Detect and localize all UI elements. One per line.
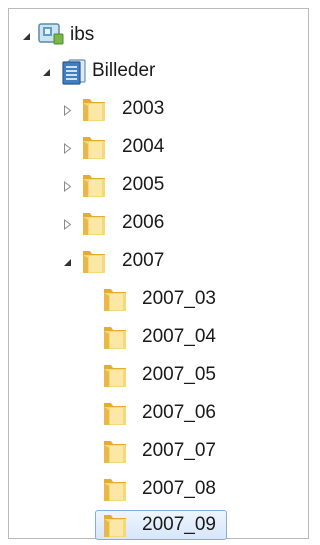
tree-item-2003[interactable]: 2003 (9, 93, 308, 126)
tree-item-billeder[interactable]: Billeder (9, 55, 308, 88)
tree-item-label: ibs (70, 24, 95, 45)
expanded-arrow-icon[interactable] (21, 31, 31, 41)
tree-item-label: 2003 (122, 98, 165, 119)
collapsed-arrow-icon[interactable] (62, 104, 72, 116)
folder-icon (80, 248, 108, 281)
tree-item-label: Billeder (92, 60, 156, 81)
tree-item-label: 2007_03 (142, 288, 216, 309)
folder-icon (80, 96, 108, 129)
collapsed-arrow-icon[interactable] (62, 180, 72, 192)
tree-item-label: 2007_05 (142, 364, 216, 385)
folder-icon (101, 438, 129, 471)
tree-item-label: 2004 (122, 136, 165, 157)
tree-item-label: 2007_09 (142, 514, 216, 535)
expanded-arrow-icon[interactable] (62, 257, 72, 267)
tree-item-2007-03[interactable]: 2007_03 (9, 283, 308, 316)
folder-icon (80, 210, 108, 243)
collapsed-arrow-icon[interactable] (62, 218, 72, 230)
library-pictures-icon (59, 58, 89, 92)
folder-icon (101, 512, 129, 545)
folder-icon (101, 324, 129, 357)
tree-item-2007-09[interactable]: 2007_09 (9, 509, 308, 542)
tree-item-2007-04[interactable]: 2007_04 (9, 321, 308, 354)
tree-item-2007-05[interactable]: 2007_05 (9, 359, 308, 392)
folder-icon (101, 362, 129, 395)
collapsed-arrow-icon[interactable] (62, 142, 72, 154)
folder-icon (80, 134, 108, 167)
tree-item-label: 2007_07 (142, 440, 216, 461)
tree-item-2007-06[interactable]: 2007_06 (9, 397, 308, 430)
expanded-arrow-icon[interactable] (41, 67, 51, 77)
folder-icon (80, 172, 108, 205)
tree-item-label: 2007_08 (142, 478, 216, 499)
tree-item-label: 2007 (122, 250, 165, 271)
tree-item-2005[interactable]: 2005 (9, 169, 308, 202)
folder-icon (101, 400, 129, 433)
tree-item-2004[interactable]: 2004 (9, 131, 308, 164)
tree-item-label: 2006 (122, 212, 165, 233)
tree-item-label: 2007_04 (142, 326, 216, 347)
tree-item-ibs[interactable]: ibs (9, 19, 308, 52)
tree-item-2006[interactable]: 2006 (9, 207, 308, 240)
folder-icon (101, 286, 129, 319)
tree-item-2007-07[interactable]: 2007_07 (9, 435, 308, 468)
tree-item-label: 2007_06 (142, 402, 216, 423)
tree-item-2007[interactable]: 2007 (9, 245, 308, 278)
computer-user-icon (37, 22, 65, 54)
tree-item-label: 2005 (122, 174, 165, 195)
navigation-tree-panel: ibs Billeder 2003 2004 2005 2006 2007 20… (8, 8, 309, 542)
folder-icon (101, 476, 129, 509)
tree-item-2007-08[interactable]: 2007_08 (9, 473, 308, 506)
